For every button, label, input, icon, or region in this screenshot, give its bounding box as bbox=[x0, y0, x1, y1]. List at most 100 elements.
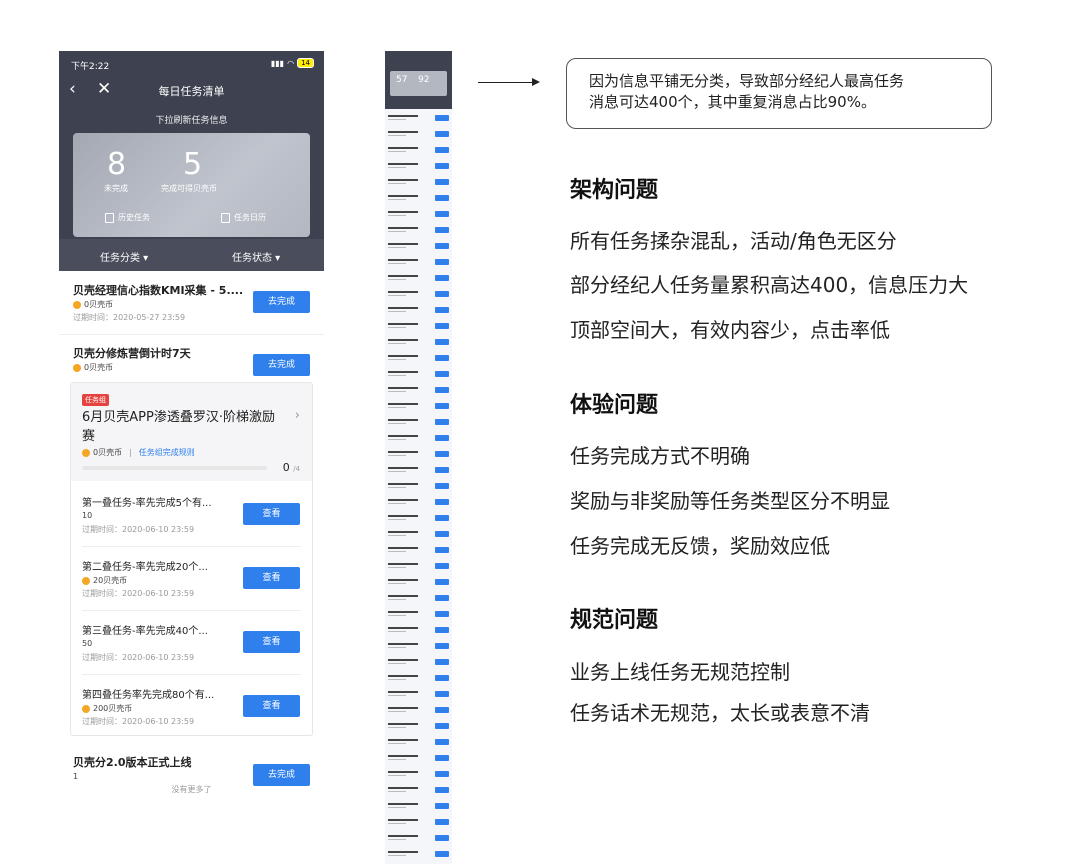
task-item: 贝壳分修炼营倒计时7天 0贝壳币 去完成 bbox=[59, 334, 324, 382]
strip-row bbox=[385, 561, 452, 573]
strip-row-button bbox=[435, 323, 449, 329]
task-expiry: 过期时间：2020-05-27 23:59 bbox=[73, 313, 186, 322]
task-group-title: 6月贝壳APP渗透叠罗汉·阶梯激励赛 bbox=[82, 410, 275, 444]
strip-row-title bbox=[388, 611, 418, 613]
reward-value: 0贝壳币 bbox=[84, 300, 114, 309]
strip-row bbox=[385, 737, 452, 749]
history-label: 历史任务 bbox=[118, 213, 150, 222]
coins-count: 5 bbox=[183, 147, 203, 182]
task-group-tag: 任务组 bbox=[82, 394, 109, 406]
strip-row-title bbox=[388, 723, 418, 725]
subtask-reward: 10 bbox=[82, 511, 92, 520]
strip-row-button bbox=[435, 451, 449, 457]
group-rule-link[interactable]: 任务组完成规则 bbox=[139, 447, 195, 458]
strip-row bbox=[385, 321, 452, 333]
section-item: 部分经纪人任务量累积高达400，信息压力大 bbox=[570, 273, 969, 297]
group-reward: 0贝壳币 bbox=[93, 448, 123, 457]
strip-row-title bbox=[388, 467, 418, 469]
strip-row bbox=[385, 385, 452, 397]
strip-row-title bbox=[388, 787, 418, 789]
history-icon bbox=[105, 212, 114, 223]
section-item: 任务完成无反馈，奖励效应低 bbox=[570, 534, 830, 558]
strip-row-title bbox=[388, 115, 418, 117]
calendar-link[interactable]: 任务日历 bbox=[221, 212, 266, 223]
strip-row-meta bbox=[388, 519, 406, 520]
strip-row-title bbox=[388, 435, 418, 437]
strip-row-title bbox=[388, 835, 418, 837]
strip-row-title bbox=[388, 195, 418, 197]
chevron-right-icon[interactable]: › bbox=[295, 408, 300, 423]
strip-row-title bbox=[388, 547, 418, 549]
strip-row-button bbox=[435, 403, 449, 409]
task-item: 贝壳经理信心指数KMI采集 - 5.... 0贝壳币 过期时间：2020-05-… bbox=[59, 271, 324, 333]
view-button[interactable]: 查看 bbox=[243, 631, 300, 653]
section-item: 奖励与非奖励等任务类型区分不明显 bbox=[570, 489, 890, 513]
section-title-architecture: 架构问题 bbox=[570, 178, 659, 203]
view-button[interactable]: 查看 bbox=[243, 503, 300, 525]
strip-row-meta bbox=[388, 487, 406, 488]
reward-value: 200贝壳币 bbox=[93, 704, 133, 713]
task-reward: 0贝壳币 bbox=[73, 299, 113, 310]
subtask-reward: 20贝壳币 bbox=[82, 575, 127, 586]
strip-row-title bbox=[388, 371, 418, 373]
strip-row-meta bbox=[388, 551, 406, 552]
wifi-icon: ◠ bbox=[287, 58, 295, 68]
reward-value: 50 bbox=[82, 639, 93, 648]
strip-row-title bbox=[388, 691, 418, 693]
view-button[interactable]: 查看 bbox=[243, 567, 300, 589]
strip-row-meta bbox=[388, 343, 406, 344]
strip-row-button bbox=[435, 723, 449, 729]
strip-row-meta bbox=[388, 759, 406, 760]
reward-value: 1 bbox=[73, 772, 79, 781]
category-dropdown[interactable]: 任务分类 ▾ bbox=[100, 249, 148, 264]
section-item: 业务上线任务无规范控制 bbox=[570, 660, 790, 684]
task-title: 贝壳分修炼营倒计时7天 bbox=[73, 347, 191, 360]
strip-row-meta bbox=[388, 535, 406, 536]
strip-row-button bbox=[435, 803, 449, 809]
strip-row-button bbox=[435, 531, 449, 537]
strip-row-meta bbox=[388, 791, 406, 792]
status-dropdown[interactable]: 任务状态 ▾ bbox=[232, 249, 280, 264]
strip-row-title bbox=[388, 323, 418, 325]
strip-row bbox=[385, 449, 452, 461]
strip-row-meta bbox=[388, 471, 406, 472]
strip-row-meta bbox=[388, 199, 406, 200]
strip-row-title bbox=[388, 483, 418, 485]
strip-row-meta bbox=[388, 407, 406, 408]
strip-row bbox=[385, 257, 452, 269]
complete-button[interactable]: 去完成 bbox=[253, 354, 310, 376]
complete-button[interactable]: 去完成 bbox=[253, 291, 310, 313]
coin-icon bbox=[82, 704, 90, 713]
group-progress-bar bbox=[82, 466, 267, 470]
strip-row-button bbox=[435, 419, 449, 425]
strip-row bbox=[385, 753, 452, 765]
strip-row bbox=[385, 625, 452, 637]
strip-row-button bbox=[435, 483, 449, 489]
strip-row-meta bbox=[388, 151, 406, 152]
history-link[interactable]: 历史任务 bbox=[105, 212, 150, 223]
task-group-header[interactable]: 任务组 6月贝壳APP渗透叠罗汉·阶梯激励赛 › 0贝壳币 | 任务组完成规则 … bbox=[71, 383, 312, 481]
strip-row-meta bbox=[388, 727, 406, 728]
strip-row-meta bbox=[388, 263, 406, 264]
complete-button[interactable]: 去完成 bbox=[253, 764, 310, 786]
long-screenshot-thumbnail: 57 92 bbox=[385, 51, 452, 864]
strip-row-meta bbox=[388, 439, 406, 440]
note-line-1: 因为信息平铺无分类，导致部分经纪人最高任务 bbox=[589, 72, 905, 90]
strip-row bbox=[385, 513, 452, 525]
strip-row-title bbox=[388, 707, 418, 709]
strip-row bbox=[385, 353, 452, 365]
coin-icon bbox=[82, 448, 90, 457]
strip-row-meta bbox=[388, 583, 406, 584]
strip-row-title bbox=[388, 819, 418, 821]
reward-value: 20贝壳币 bbox=[93, 576, 128, 585]
strip-row-title bbox=[388, 675, 418, 677]
strip-row-meta bbox=[388, 503, 406, 504]
task-group-meta: 0贝壳币 | 任务组完成规则 bbox=[82, 447, 195, 458]
strip-row-title bbox=[388, 643, 418, 645]
unfinished-label: 未完成 bbox=[104, 184, 128, 193]
strip-row-button bbox=[435, 307, 449, 313]
strip-row bbox=[385, 465, 452, 477]
strip-header: 57 92 bbox=[385, 51, 452, 109]
view-button[interactable]: 查看 bbox=[243, 695, 300, 717]
strip-row-meta bbox=[388, 663, 406, 664]
